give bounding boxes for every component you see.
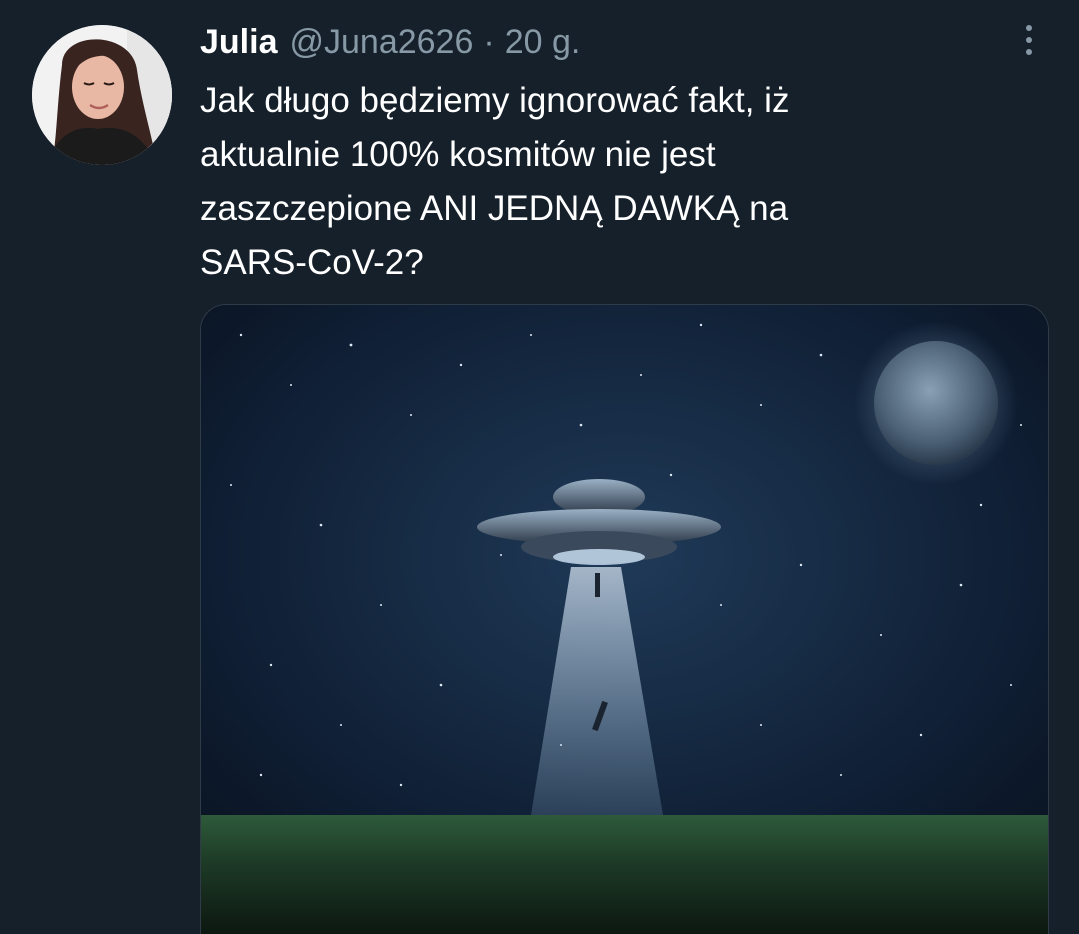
author-name[interactable]: Julia bbox=[200, 23, 277, 62]
header-separator: · bbox=[483, 22, 495, 61]
tweet-text-line: aktualnie 100% kosmitów nie jest bbox=[200, 135, 716, 174]
tweet-text-line: Jak długo będziemy ignorować fakt, iż bbox=[200, 81, 790, 120]
timestamp[interactable]: 20 g. bbox=[505, 23, 581, 62]
avatar-image bbox=[32, 25, 172, 165]
tweet-text-line: zaszczepione ANI JEDNĄ DAWKĄ na bbox=[200, 189, 789, 228]
more-dot bbox=[1026, 37, 1032, 43]
tweet-media-image[interactable] bbox=[200, 304, 1049, 934]
ufo-night-scene-image bbox=[201, 305, 1048, 934]
avatar[interactable] bbox=[32, 25, 172, 165]
more-dot bbox=[1026, 49, 1032, 55]
tweet-text-line: SARS-CoV-2? bbox=[200, 243, 424, 282]
tweet: Julia @Juna2626 · 20 g. Jak długo będzie… bbox=[0, 0, 1079, 934]
author-handle[interactable]: @Juna2626 bbox=[289, 23, 473, 62]
more-dot bbox=[1026, 25, 1032, 31]
planet bbox=[874, 341, 998, 465]
tweet-header: Julia @Juna2626 · 20 g. bbox=[200, 20, 580, 64]
grass-field bbox=[201, 815, 1048, 934]
more-options-icon[interactable] bbox=[1017, 20, 1041, 60]
tweet-text: Jak długo będziemy ignorować fakt, iż ak… bbox=[200, 74, 960, 290]
